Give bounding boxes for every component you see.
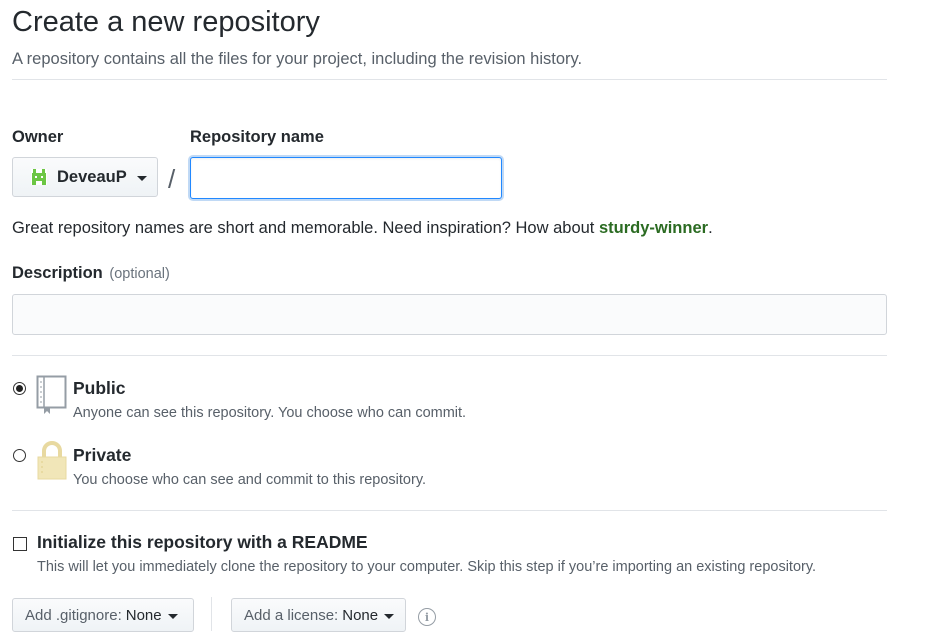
info-icon[interactable]: i xyxy=(418,608,436,626)
owner-select-button[interactable]: DeveauP xyxy=(12,157,158,197)
private-option-title: Private xyxy=(73,445,132,465)
chevron-down-icon xyxy=(167,613,178,619)
repo-book-icon xyxy=(36,375,68,420)
description-input[interactable] xyxy=(12,294,887,335)
gitignore-value: None xyxy=(125,606,162,624)
repository-name-hint: Great repository names are short and mem… xyxy=(12,219,713,238)
suggested-name-link[interactable]: sturdy-winner xyxy=(599,219,708,237)
chevron-down-icon xyxy=(384,613,395,619)
readme-checkbox[interactable] xyxy=(13,537,27,551)
description-divider xyxy=(12,355,887,356)
owner-label: Owner xyxy=(12,128,64,146)
path-separator: / xyxy=(168,164,176,194)
page-title: Create a new repository xyxy=(12,6,320,38)
page-subtitle: A repository contains all the files for … xyxy=(12,50,583,68)
private-option-desc: You choose who can see and commit to thi… xyxy=(73,472,427,488)
radio-selected-dot xyxy=(16,385,23,392)
visibility-divider xyxy=(12,510,887,511)
gitignore-prefix: Add .gitignore: xyxy=(25,606,122,624)
owner-avatar-icon xyxy=(29,167,49,187)
license-select-button[interactable]: Add a license: None xyxy=(231,598,406,632)
readme-option-title: Initialize this repository with a README xyxy=(37,532,368,552)
hint-text: Great repository names are short and mem… xyxy=(12,219,599,237)
repository-name-input[interactable] xyxy=(190,157,502,199)
repository-name-label: Repository name xyxy=(190,128,324,146)
license-prefix: Add a license: xyxy=(244,606,339,624)
license-value: None xyxy=(342,606,379,624)
optional-note: (optional) xyxy=(109,266,170,282)
readme-option-desc: This will let you immediately clone the … xyxy=(37,559,817,575)
owner-name: DeveauP xyxy=(57,167,127,186)
lock-icon xyxy=(36,441,68,486)
description-label-text: Description xyxy=(12,264,103,282)
header-divider xyxy=(12,79,887,80)
gitignore-select-button[interactable]: Add .gitignore: None xyxy=(12,598,194,632)
public-radio[interactable] xyxy=(13,382,26,395)
public-option-title: Public xyxy=(73,378,126,398)
description-label: Description (optional) xyxy=(12,264,170,283)
chevron-down-icon xyxy=(136,175,147,181)
private-radio[interactable] xyxy=(13,449,26,462)
public-option-desc: Anyone can see this repository. You choo… xyxy=(73,405,467,421)
select-divider xyxy=(211,597,212,631)
hint-end: . xyxy=(708,219,713,237)
